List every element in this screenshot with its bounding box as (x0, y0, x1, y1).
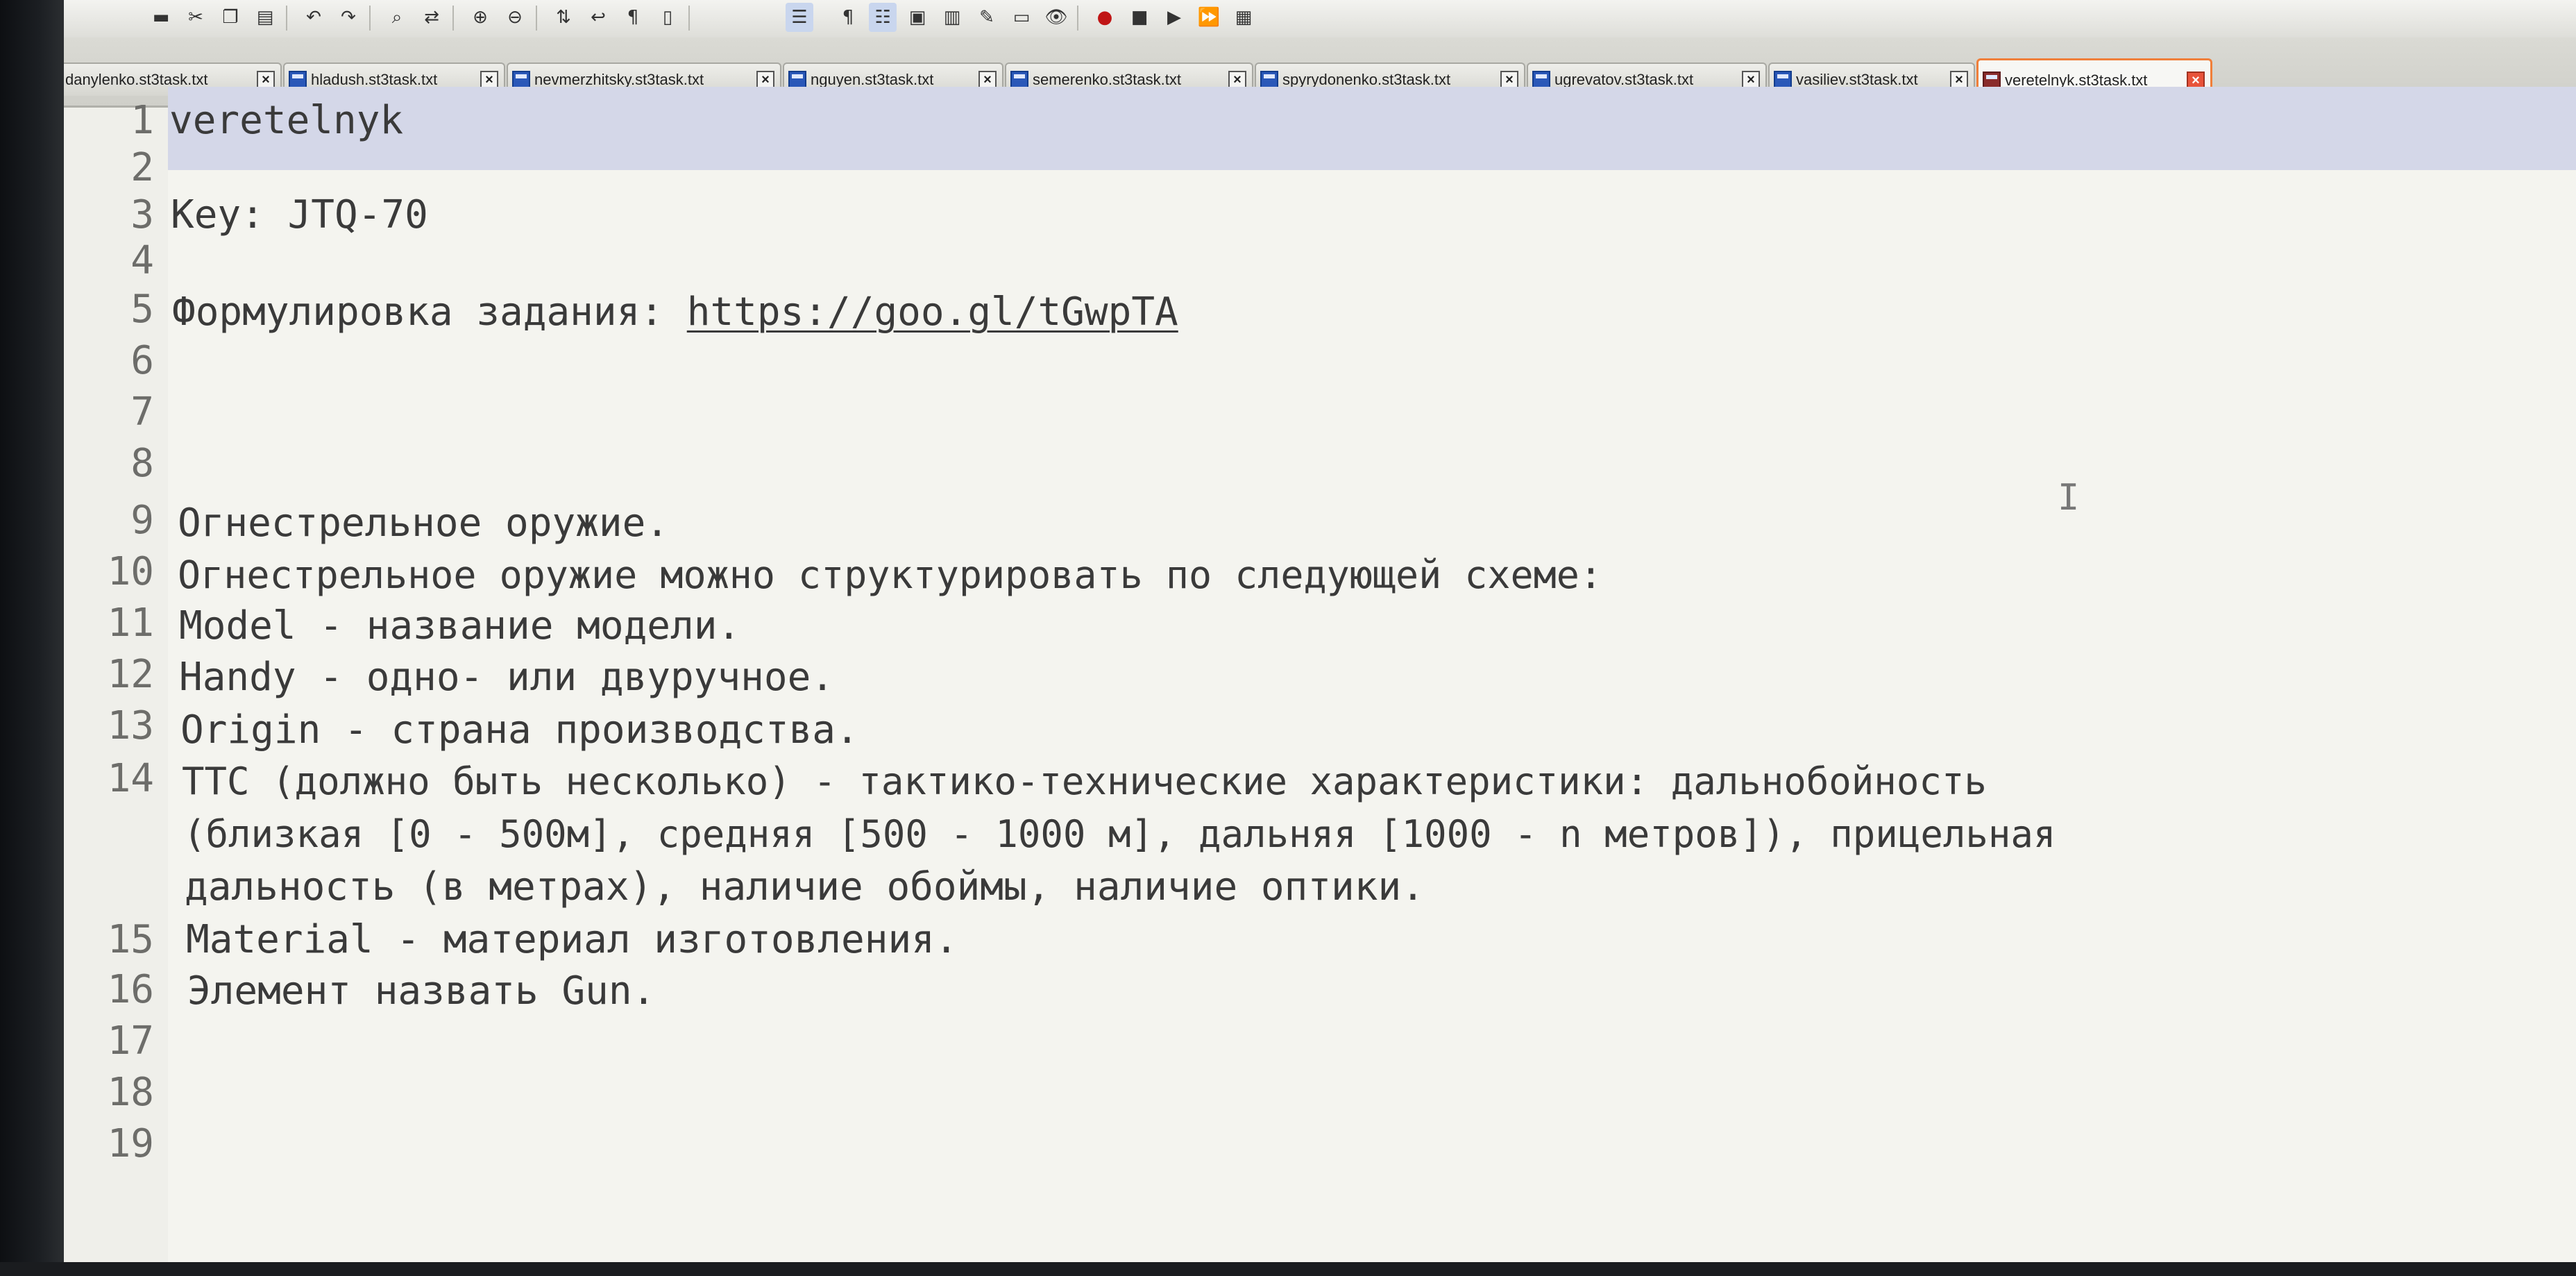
line-number: 15 (107, 917, 154, 962)
editor-line-15[interactable]: Material - материал изготовления. (186, 917, 958, 963)
line-number: 1 (130, 98, 154, 143)
stop-macro-icon[interactable]: ■ (1126, 3, 1153, 32)
folder-workspace-icon[interactable]: ☷ (869, 3, 897, 32)
record-macro-icon[interactable]: ● (1091, 3, 1119, 32)
find-icon[interactable]: ⌕ (383, 3, 411, 32)
function-list-icon[interactable]: ¶ (834, 3, 862, 32)
sync-scroll-icon[interactable]: ⇅ (550, 3, 577, 32)
toolbar-separator (536, 6, 537, 31)
line-number: 18 (107, 1070, 154, 1115)
line-number: 12 (107, 652, 154, 697)
editor-line-9[interactable]: Огнестрельное оружие. (178, 501, 669, 546)
line-number: 16 (107, 967, 154, 1012)
panel-icon[interactable]: ▭ (1008, 3, 1035, 32)
editor-line-11[interactable]: Model - название модели. (179, 603, 740, 649)
line-number: 8 (130, 441, 154, 486)
indent-guide-icon[interactable]: ▯ (654, 3, 681, 32)
current-line-highlight (168, 87, 2576, 170)
editor-line-5[interactable]: Формулировка задания: https://goo.gl/tGw… (172, 289, 1178, 335)
zoom-in-icon[interactable]: ⊕ (466, 3, 494, 32)
task-url-link[interactable]: https://goo.gl/tGwpTA (687, 289, 1178, 335)
copy-icon[interactable]: ❐ (217, 3, 244, 32)
line-number: 4 (130, 238, 154, 283)
eye-icon[interactable]: 👁 (1042, 3, 1070, 32)
save-macro-icon[interactable]: ▦ (1230, 3, 1257, 32)
cut-icon[interactable]: ✂ (182, 3, 210, 32)
editor-line-1[interactable]: veretelnyk (169, 98, 403, 144)
editor-line-3[interactable]: Key: JTQ-70 (171, 192, 428, 238)
monitor-icon[interactable]: ▣ (904, 3, 931, 32)
edit-icon[interactable]: ✎ (973, 3, 1001, 32)
toolbar-separator (452, 6, 454, 31)
monitor-bezel-bottom (0, 1262, 2576, 1276)
line-number: 6 (130, 338, 154, 383)
toolbar-separator (1077, 6, 1078, 31)
line-number: 5 (130, 287, 154, 332)
word-wrap-icon[interactable]: ↩ (584, 3, 612, 32)
line-number: 13 (107, 703, 154, 748)
show-all-chars-icon[interactable]: ¶ (619, 3, 647, 32)
paste-icon[interactable]: ▤ (251, 3, 279, 32)
toolbar-separator (688, 6, 690, 31)
editor[interactable]: 1 2 3 4 5 6 7 8 9 10 11 12 13 14 15 16 1… (64, 87, 2576, 1262)
line-number: 3 (130, 192, 154, 237)
toolbar-separator (286, 6, 287, 31)
editor-line-13[interactable]: Origin - страна производства. (180, 707, 859, 753)
line-number: 9 (130, 498, 154, 543)
undo-icon[interactable]: ↶ (300, 3, 328, 32)
line-number: 17 (107, 1018, 154, 1064)
line-number: 10 (107, 549, 154, 594)
screen: ▬ ✂ ❐ ▤ ↶ ↷ ⌕ ⇄ ⊕ ⊖ ⇅ ↩ ¶ ▯ ☰ ¶ ☷ ▣ ▥ ✎ … (0, 0, 2576, 1276)
editor-line-14[interactable]: TTC (должно быть несколько) - тактико-те… (182, 759, 1987, 805)
line-number: 19 (107, 1121, 154, 1166)
line-number: 14 (107, 756, 154, 801)
replace-icon[interactable]: ⇄ (418, 3, 446, 32)
redo-icon[interactable]: ↷ (334, 3, 362, 32)
run-macro-multiple-icon[interactable]: ⏩ (1195, 3, 1223, 32)
monitor-bezel (0, 0, 64, 1276)
editor-line-12[interactable]: Handy - одно- или двуручное. (179, 655, 834, 700)
play-macro-icon[interactable]: ▶ (1160, 3, 1188, 32)
editor-line-16[interactable]: Элемент назвать Gun. (187, 968, 655, 1014)
pdf-icon[interactable]: ▥ (938, 3, 966, 32)
editor-line-10[interactable]: Огнестрельное оружие можно структурирова… (178, 552, 1602, 598)
editor-line-5-prefix: Формулировка задания: (172, 289, 687, 335)
editor-line-14-wrap-2[interactable]: дальность (в метрах), наличие обоймы, на… (185, 864, 1425, 910)
save-icon[interactable]: ▬ (147, 3, 175, 32)
doc-map-icon[interactable]: ☰ (786, 3, 813, 32)
line-number: 2 (130, 145, 154, 190)
toolbar-separator (369, 6, 371, 31)
mouse-ibeam-cursor: I (2058, 477, 2080, 519)
zoom-out-icon[interactable]: ⊖ (501, 3, 529, 32)
editor-line-14-wrap-1[interactable]: (близкая [0 - 500м], средняя [500 - 1000… (183, 812, 2056, 857)
line-number: 11 (107, 601, 154, 646)
line-number: 7 (130, 389, 154, 435)
toolbar: ▬ ✂ ❐ ▤ ↶ ↷ ⌕ ⇄ ⊕ ⊖ ⇅ ↩ ¶ ▯ ☰ ¶ ☷ ▣ ▥ ✎ … (64, 0, 2576, 39)
